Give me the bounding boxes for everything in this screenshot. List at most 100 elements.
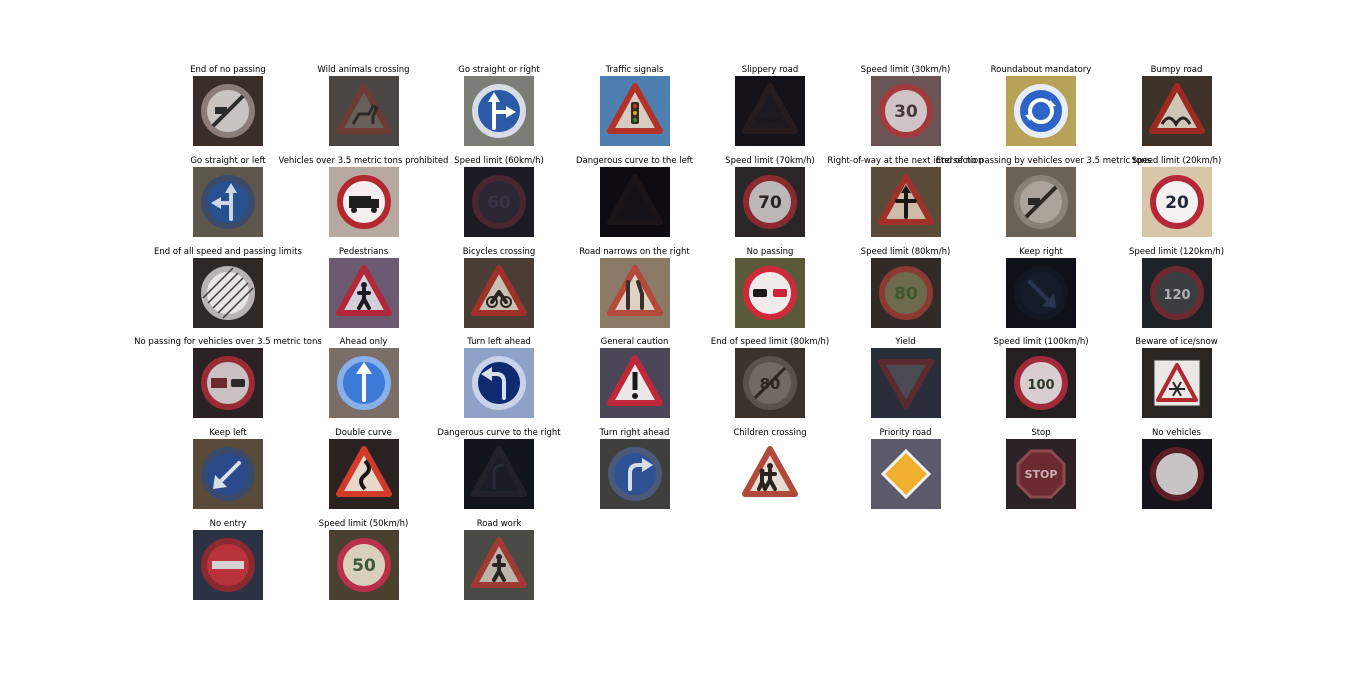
sign-thumbnail bbox=[328, 166, 399, 237]
sign-image: STOP bbox=[1006, 439, 1076, 510]
sign-glyph bbox=[631, 372, 638, 400]
svg-text:100: 100 bbox=[1027, 378, 1054, 393]
sign-image bbox=[328, 257, 399, 328]
sign-glyph bbox=[630, 102, 639, 124]
sign-thumbnail bbox=[1141, 348, 1212, 419]
sign-shape bbox=[1149, 447, 1204, 502]
sign-image bbox=[1141, 76, 1212, 146]
sign-thumbnail: 70 bbox=[735, 166, 805, 237]
sign-image: 70 bbox=[735, 166, 805, 237]
svg-text:70: 70 bbox=[758, 193, 782, 213]
sign-image: 80 bbox=[870, 257, 941, 328]
sign-glyph: 50 bbox=[352, 556, 376, 576]
sign-image bbox=[193, 257, 263, 328]
sign-tile: Bumpy road bbox=[1072, 64, 1282, 154]
sign-image bbox=[1006, 257, 1076, 328]
sign-glyph: 120 bbox=[1163, 288, 1190, 303]
sign-thumbnail: 100 bbox=[1006, 348, 1076, 419]
sign-thumbnail bbox=[870, 348, 941, 419]
sign-tile: Speed limit (120km/h) 120 bbox=[1072, 246, 1282, 336]
sign-image bbox=[599, 166, 670, 237]
sign-thumbnail: 80 bbox=[870, 257, 941, 328]
sign-thumbnail bbox=[464, 439, 534, 510]
sign-thumbnail bbox=[193, 439, 263, 510]
sign-thumbnail: 80 bbox=[735, 348, 805, 419]
sign-title: Speed limit (20km/h) bbox=[1131, 155, 1222, 166]
svg-text:STOP: STOP bbox=[1025, 468, 1058, 481]
sign-thumbnail: 50 bbox=[328, 530, 399, 600]
sign-glyph: 70 bbox=[758, 193, 782, 213]
sign-glyph: 60 bbox=[487, 193, 511, 213]
svg-text:120: 120 bbox=[1163, 288, 1190, 303]
sign-image bbox=[599, 76, 670, 146]
sign-image bbox=[328, 76, 399, 146]
sign-thumbnail bbox=[193, 530, 263, 600]
sign-image bbox=[870, 166, 941, 237]
sign-image bbox=[328, 348, 399, 419]
sign-image bbox=[328, 166, 399, 237]
svg-text:20: 20 bbox=[1165, 193, 1189, 213]
sign-title: Beware of ice/snow bbox=[1135, 337, 1218, 348]
sign-image: 80 bbox=[735, 348, 805, 419]
sign-image bbox=[193, 166, 263, 237]
sign-image: 120 bbox=[1141, 257, 1212, 328]
sign-thumbnail bbox=[464, 348, 534, 419]
sign-image: 100 bbox=[1006, 348, 1076, 419]
sign-image bbox=[464, 76, 534, 146]
sign-glyph: 30 bbox=[894, 102, 918, 122]
sign-thumbnail: 120 bbox=[1141, 257, 1212, 328]
sign-thumbnail bbox=[1006, 166, 1076, 237]
sign-image bbox=[1141, 439, 1212, 510]
sign-tile: Road work bbox=[394, 518, 604, 608]
sign-image bbox=[1141, 348, 1212, 419]
sign-image: 30 bbox=[870, 76, 941, 146]
sign-image bbox=[464, 530, 534, 600]
sign-image bbox=[193, 348, 263, 419]
sign-shape bbox=[1014, 84, 1068, 138]
sign-thumbnail bbox=[1141, 76, 1212, 146]
sign-image bbox=[735, 439, 805, 510]
sign-image bbox=[599, 348, 670, 419]
sign-glyph: 20 bbox=[1165, 193, 1189, 213]
sign-image bbox=[735, 76, 805, 146]
sign-title: Speed limit (120km/h) bbox=[1128, 246, 1225, 257]
sign-thumbnail bbox=[735, 439, 805, 510]
sign-tile: Beware of ice/snow bbox=[1072, 336, 1282, 426]
sign-thumbnail: STOP bbox=[1006, 439, 1076, 510]
sign-title: Road work bbox=[476, 519, 522, 529]
sign-shape bbox=[607, 447, 662, 502]
svg-text:50: 50 bbox=[352, 556, 376, 576]
sign-glyph bbox=[212, 561, 244, 569]
sign-tile: Speed limit (20km/h) 20 bbox=[1072, 155, 1282, 245]
sign-thumbnail bbox=[328, 257, 399, 328]
sign-image bbox=[1006, 76, 1076, 146]
sign-thumbnail bbox=[870, 166, 941, 237]
sign-title: Bumpy road bbox=[1150, 65, 1203, 75]
sign-image: 50 bbox=[328, 530, 399, 600]
sign-thumbnail: 20 bbox=[1141, 166, 1212, 237]
sign-thumbnail: 60 bbox=[464, 166, 534, 237]
sign-shape bbox=[472, 356, 526, 411]
sign-image bbox=[599, 257, 670, 328]
svg-text:80: 80 bbox=[894, 284, 918, 304]
sign-thumbnail bbox=[599, 348, 670, 419]
sign-thumbnail bbox=[599, 76, 670, 146]
sign-image bbox=[193, 530, 263, 600]
sign-image bbox=[870, 348, 941, 419]
sign-thumbnail bbox=[328, 348, 399, 419]
sign-glyph: 100 bbox=[1027, 378, 1054, 393]
sign-grid: End of no passing Wild animals crossing Go… bbox=[0, 0, 1370, 681]
sign-image bbox=[193, 439, 263, 510]
sign-thumbnail bbox=[1006, 76, 1076, 146]
sign-image bbox=[193, 76, 263, 146]
sign-thumbnail bbox=[870, 439, 941, 510]
sign-title: No vehicles bbox=[1152, 428, 1201, 439]
sign-image bbox=[1006, 166, 1076, 237]
sign-thumbnail bbox=[464, 257, 534, 328]
sign-thumbnail bbox=[193, 348, 263, 419]
sign-thumbnail bbox=[464, 76, 534, 146]
sign-thumbnail bbox=[193, 166, 263, 237]
sign-thumbnail bbox=[735, 76, 805, 146]
sign-thumbnail bbox=[193, 76, 263, 146]
sign-image: 60 bbox=[464, 166, 534, 237]
